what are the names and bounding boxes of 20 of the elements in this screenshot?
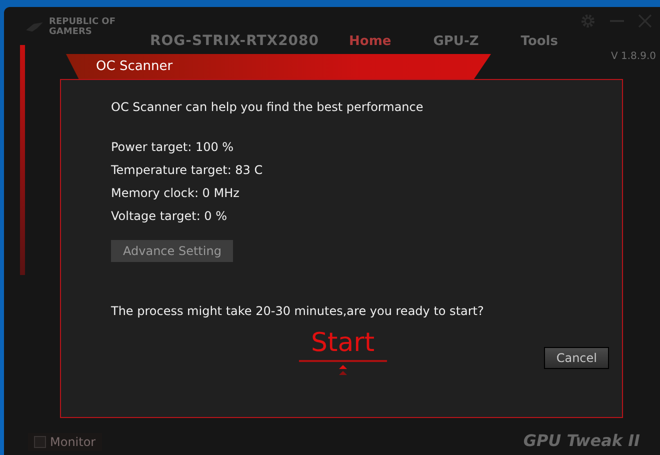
monitor-button[interactable]: Monitor <box>28 433 102 451</box>
nav-tab[interactable]: GPU-Z <box>433 34 479 48</box>
intro-text: OC Scanner can help you find the best performance <box>111 100 424 114</box>
setting-text: Voltage target: 0 % <box>111 209 228 223</box>
square-icon <box>34 436 46 448</box>
chevron-up-icon <box>338 365 348 375</box>
setting-text: Memory clock: 0 MHz <box>111 186 240 200</box>
setting-text: Temperature target: 83 C <box>111 163 263 177</box>
nav-tab[interactable]: Home <box>349 34 392 48</box>
nav-tab[interactable]: Tools <box>520 34 558 48</box>
brand-text: REPUBLIC OF GAMERS <box>49 17 116 37</box>
product-logo: GPU Tweak II <box>523 431 640 450</box>
prompt-text: The process might take 20-30 minutes,are you ready to start? <box>111 304 484 318</box>
cancel-button[interactable]: Cancel <box>544 347 609 369</box>
setting-text: Power target: 100 % <box>111 140 234 154</box>
start-button[interactable]: Start <box>299 328 387 362</box>
advance-setting-button[interactable]: Advance Setting <box>111 240 234 262</box>
version-label: V 1.8.9.0 <box>610 51 656 62</box>
device-name: ROG-STRIX-RTX2080 <box>150 33 320 49</box>
dialog-title: OC Scanner <box>96 59 173 74</box>
